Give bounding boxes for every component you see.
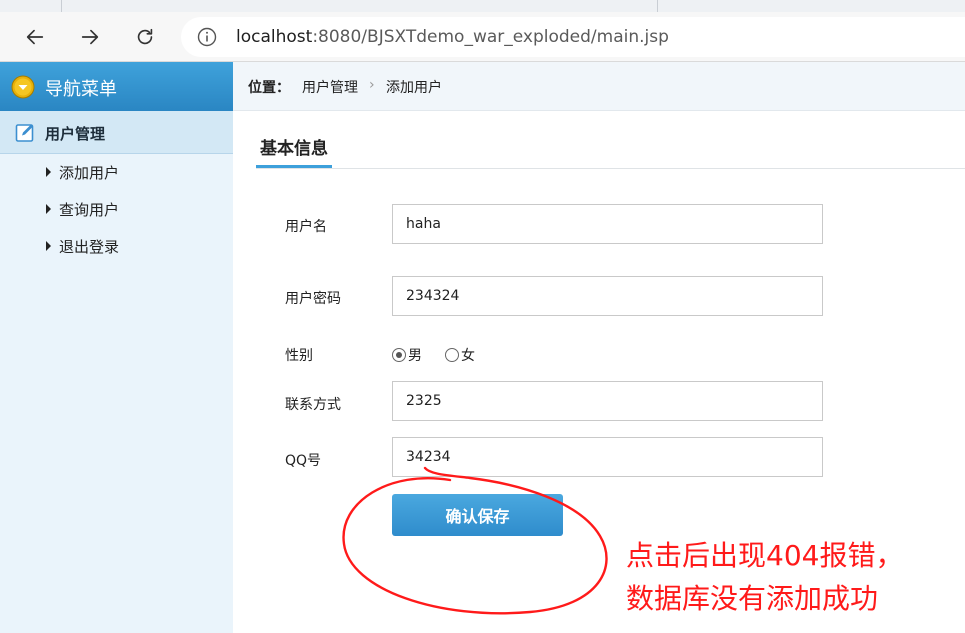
sidebar-item-label: 添加用户 bbox=[59, 163, 120, 182]
annotation-line-2: 数据库没有添加成功 bbox=[626, 582, 879, 615]
sidebar-group-user-management[interactable]: 用户管理 bbox=[0, 111, 233, 154]
breadcrumb-separator: › bbox=[369, 77, 375, 93]
arrow-left-icon bbox=[26, 29, 44, 45]
section-divider bbox=[256, 168, 965, 169]
menu-toggle-icon[interactable] bbox=[11, 75, 35, 99]
radio-checked-icon[interactable] bbox=[392, 348, 406, 362]
caret-right-icon bbox=[46, 167, 51, 177]
browser-toolbar: localhost:8080/BJSXTdemo_war_exploded/ma… bbox=[0, 12, 965, 62]
qq-label: QQ号 bbox=[285, 453, 322, 469]
contact-label: 联系方式 bbox=[285, 397, 341, 413]
sidebar-item-add-user[interactable]: 添加用户 bbox=[46, 161, 119, 183]
url-host: localhost bbox=[236, 27, 313, 47]
gender-option-female[interactable]: 女 bbox=[445, 345, 475, 365]
sidebar-item-logout[interactable]: 退出登录 bbox=[46, 235, 119, 257]
gender-option-label: 男 bbox=[408, 348, 422, 364]
breadcrumb: 位置： 用户管理 › 添加用户 bbox=[233, 62, 965, 111]
sidebar-item-query-user[interactable]: 查询用户 bbox=[46, 198, 119, 220]
reload-icon bbox=[137, 28, 153, 45]
breadcrumb-lead: 位置： bbox=[248, 80, 290, 96]
sidebar-item-label: 查询用户 bbox=[59, 200, 120, 219]
edit-icon bbox=[15, 124, 34, 142]
arrow-right-icon bbox=[81, 29, 99, 45]
address-bar[interactable]: localhost:8080/BJSXTdemo_war_exploded/ma… bbox=[181, 17, 965, 57]
url-path: :8080/BJSXTdemo_war_exploded/main.jsp bbox=[312, 27, 669, 47]
sidebar-header: 导航菜单 bbox=[0, 62, 233, 111]
browser-tab-active[interactable] bbox=[62, 0, 658, 12]
password-input[interactable] bbox=[392, 276, 823, 316]
browser-tab-strip bbox=[0, 0, 965, 12]
gender-label: 性别 bbox=[285, 348, 313, 364]
breadcrumb-item-add-user: 添加用户 bbox=[386, 80, 442, 96]
back-button[interactable] bbox=[19, 21, 51, 53]
username-input[interactable] bbox=[392, 204, 823, 244]
browser-tab[interactable] bbox=[0, 0, 62, 12]
url-text[interactable]: localhost:8080/BJSXTdemo_war_exploded/ma… bbox=[236, 27, 669, 47]
gender-option-label: 女 bbox=[461, 348, 475, 364]
forward-button[interactable] bbox=[74, 21, 106, 53]
annotation-line-1: 点击后出现404报错， bbox=[626, 539, 904, 572]
red-circle-annotation bbox=[342, 466, 608, 615]
browser-tab[interactable] bbox=[658, 0, 965, 12]
caret-right-icon bbox=[46, 204, 51, 214]
caret-right-icon bbox=[46, 241, 51, 251]
sidebar: 导航菜单 用户管理 添加用户 查询用户 退出登录 bbox=[0, 62, 233, 633]
username-label: 用户名 bbox=[285, 219, 327, 235]
tab-basic-info[interactable]: 基本信息 bbox=[256, 134, 332, 168]
gender-option-male[interactable]: 男 bbox=[392, 345, 422, 365]
section-title: 基本信息 bbox=[260, 139, 328, 159]
info-icon[interactable] bbox=[197, 27, 217, 47]
radio-unchecked-icon[interactable] bbox=[445, 348, 459, 362]
sidebar-title: 导航菜单 bbox=[45, 79, 117, 100]
password-label: 用户密码 bbox=[285, 291, 341, 307]
sidebar-item-label: 退出登录 bbox=[59, 237, 120, 256]
breadcrumb-item-user-management[interactable]: 用户管理 bbox=[302, 77, 358, 97]
reload-button[interactable] bbox=[129, 21, 161, 53]
contact-input[interactable] bbox=[392, 381, 823, 421]
sidebar-group-label: 用户管理 bbox=[45, 125, 106, 143]
